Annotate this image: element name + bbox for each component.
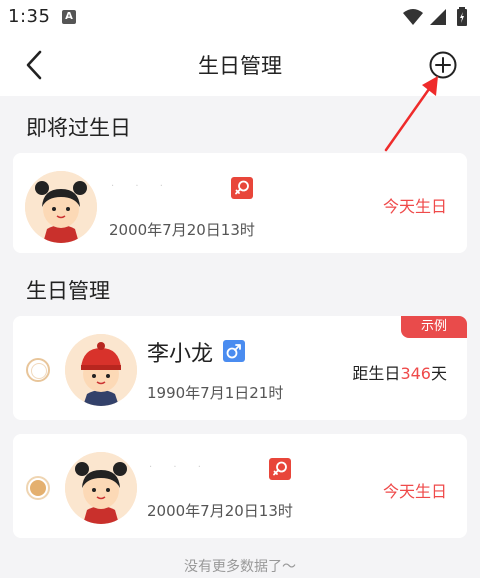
battery-icon [457, 7, 467, 26]
birth-datetime: 2000年7月20日13时 [147, 502, 293, 520]
birthday-countdown: 距生日346天 [352, 360, 447, 384]
female-symbol-icon [273, 461, 287, 476]
birthday-status: 今天生日 [382, 197, 447, 216]
male-badge [223, 340, 245, 362]
girl-avatar-icon [25, 171, 97, 243]
female-symbol-icon [235, 180, 249, 195]
male-symbol-icon [226, 344, 241, 359]
no-more-data-text: 没有更多数据了～ [184, 559, 296, 575]
name-redacted: · · · [111, 181, 172, 192]
birthday-status: 今天生日 [382, 482, 447, 501]
status-icons [402, 6, 472, 28]
birthday-card[interactable]: · · · 2000年7月20日13时 今天生日 [13, 434, 467, 538]
avatar [65, 334, 137, 406]
sample-badge: 示例 [401, 316, 467, 338]
select-radio[interactable] [26, 476, 50, 500]
female-badge [231, 177, 253, 199]
signal-icon [430, 9, 446, 25]
select-radio[interactable] [26, 358, 50, 382]
status-time: 1:35 [8, 6, 51, 27]
wifi-icon [403, 9, 423, 25]
countdown-days: 346 [400, 364, 431, 383]
countdown-suffix: 天 [430, 364, 447, 383]
notification-a-icon: A [62, 10, 76, 24]
annotation-arrow-icon [384, 76, 438, 152]
contact-name: 李小龙 [147, 342, 214, 367]
boy-avatar-icon [65, 334, 137, 406]
section-title-manage: 生日管理 [26, 279, 110, 303]
birth-datetime: 1990年7月1日21时 [147, 384, 284, 402]
avatar [25, 171, 97, 243]
name-redacted: · · · [149, 462, 210, 473]
girl-avatar-icon [65, 452, 137, 524]
status-bar: 1:35 A [0, 0, 480, 34]
birthday-card-sample[interactable]: 示例 李小龙 1990年7月1日21时 距生日346天 [13, 316, 467, 420]
upcoming-birthday-card[interactable]: · · · 2000年7月20日13时 今天生日 [13, 153, 467, 253]
section-title-upcoming: 即将过生日 [26, 116, 131, 140]
countdown-prefix: 距生日 [352, 364, 401, 383]
female-badge [269, 458, 291, 480]
avatar [65, 452, 137, 524]
birth-datetime: 2000年7月20日13时 [109, 221, 255, 239]
